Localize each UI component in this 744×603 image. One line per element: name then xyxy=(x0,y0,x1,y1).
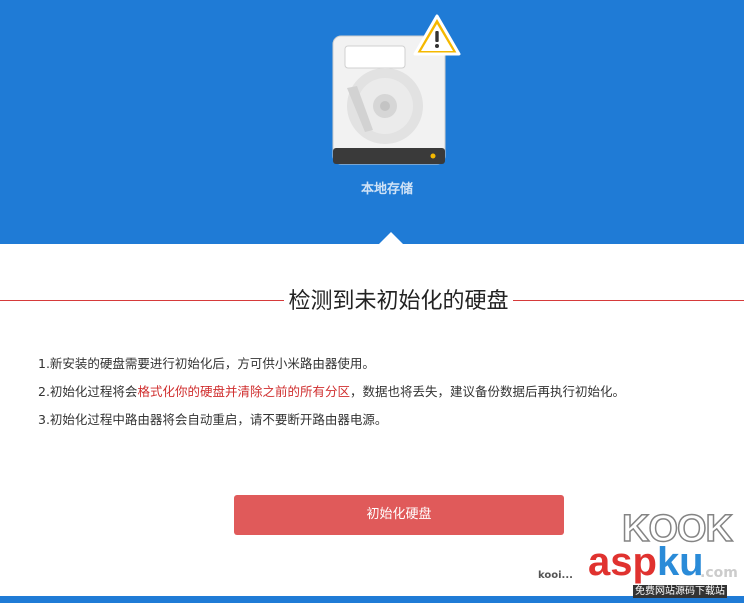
watermark-asp-logo: aspku xyxy=(588,542,704,582)
tab-pointer xyxy=(378,232,404,245)
watermark-ku: ku xyxy=(656,540,704,584)
note-2-highlight: 格式化你的硬盘并清除之前的所有分区 xyxy=(137,384,350,399)
page-title: 检测到未初始化的硬盘 xyxy=(0,287,744,317)
note-2-post: ，数据也将丢失，建议备份数据后再执行初始化。 xyxy=(349,384,625,399)
watermark-subtitle: 免费网站源码下载站 xyxy=(633,585,727,598)
storage-label: 本地存储 xyxy=(360,182,413,197)
watermark-asp: asp xyxy=(588,540,657,584)
initialize-disk-button[interactable]: 初始化硬盘 xyxy=(234,495,564,535)
notes-list: 1.新安装的硬盘需要进行初始化后，方可供小米路由器使用。 2.初始化过程将会格式… xyxy=(38,355,728,439)
hard-disk-icon xyxy=(325,14,465,174)
warning-triangle-icon xyxy=(413,14,461,56)
watermark-dotcom: .com xyxy=(700,565,738,581)
header-banner: 本地存储 xyxy=(0,0,744,245)
note-2-pre: 2.初始化过程将会 xyxy=(38,384,138,399)
watermark-small-text: kooi... xyxy=(538,570,573,581)
note-1: 1.新安装的硬盘需要进行初始化后，方可供小米路由器使用。 xyxy=(38,356,375,371)
note-3: 3.初始化过程中路由器将会自动重启，请不要断开路由器电源。 xyxy=(38,412,388,427)
note-2: 2.初始化过程将会格式化你的硬盘并清除之前的所有分区，数据也将丢失，建议备份数据… xyxy=(38,383,728,411)
page: 本地存储 检测到未初始化的硬盘 1.新安装的硬盘需要进行初始化后，方可供小米路由… xyxy=(0,0,744,603)
page-title-text: 检测到未初始化的硬盘 xyxy=(284,289,513,314)
